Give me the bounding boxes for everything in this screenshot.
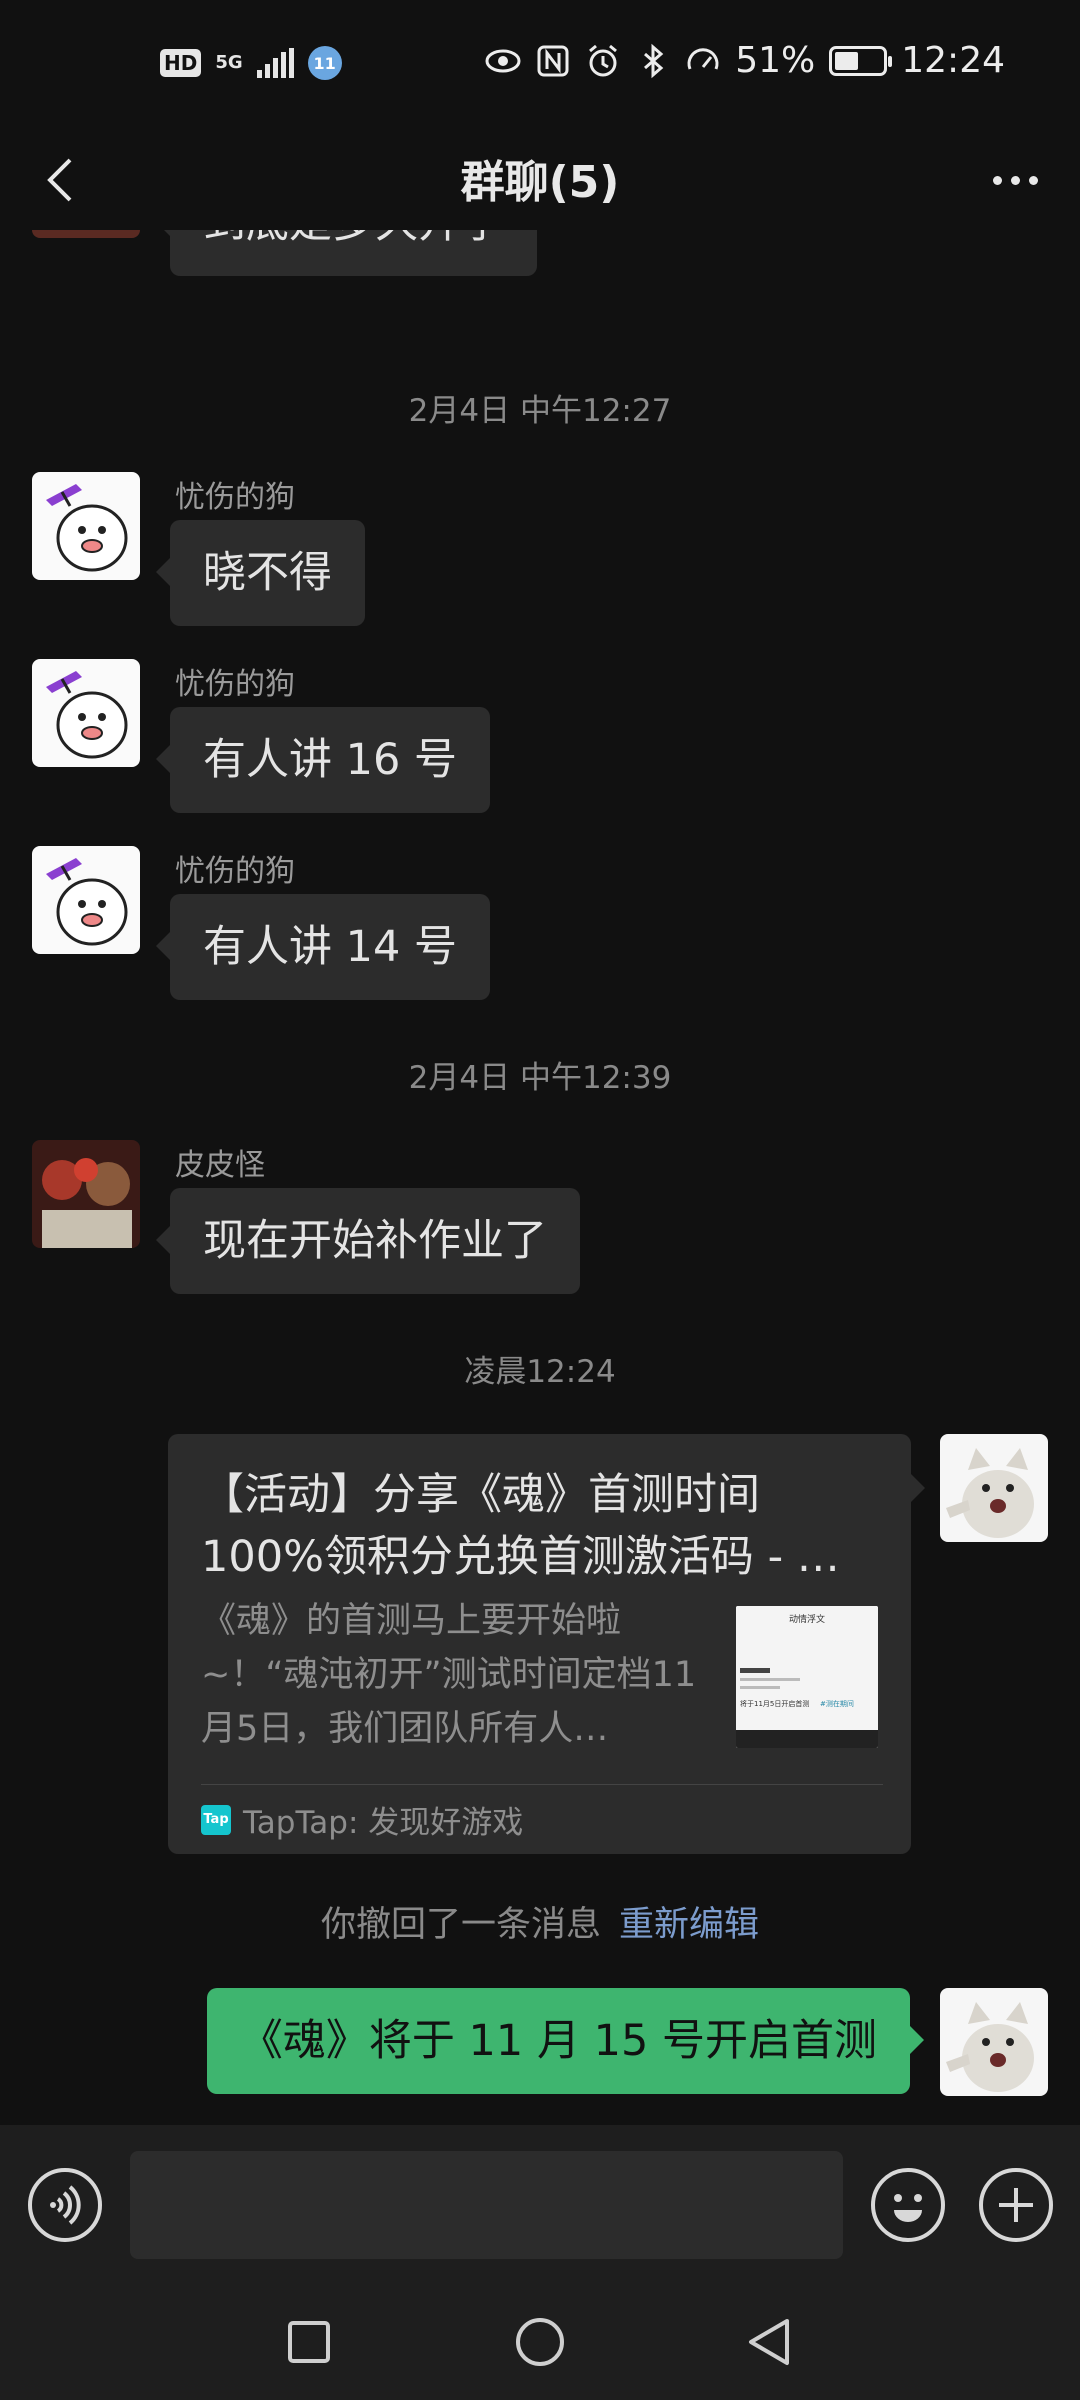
link-card-title: 【活动】分享《魂》首测时间100%领积分兑换首测激活码 - … [201,1470,840,1582]
avatar-self[interactable] [940,1434,1048,1542]
message-bubble[interactable]: 现在开始补作业了 [156,1188,580,1294]
sender-name: 忧伤的狗 [175,480,295,515]
timestamp: 2月4日 中午12:39 [408,1060,672,1096]
timestamp: 凌晨12:24 [464,1354,616,1390]
network-type: 5G [215,52,243,73]
message-list[interactable]: 到底是多久开学 2月4日 中午12:27 忧伤的狗 晓不得 忧伤的狗 有人讲 1… [0,230,1080,2125]
link-card-source: Tap TapTap: 发现好游戏 [201,1797,523,1842]
timestamp: 2月4日 中午12:27 [408,393,672,429]
chat-header: 群聊(5) [0,130,1080,230]
square-icon[interactable] [274,2307,344,2377]
plus-icon[interactable] [979,2168,1053,2242]
notification-icon: 11 [307,46,342,80]
hd-badge: HD [160,49,202,77]
message-bubble[interactable]: 到底是多久开学 [156,230,537,276]
status-left: HD 5G 11 [160,46,342,80]
sender-name: 皮皮怪 [175,1148,265,1183]
avatar-youshang-de-gou[interactable] [32,472,140,580]
sender-name: 忧伤的狗 [175,667,295,702]
thumb-link: #测在期间 [820,1699,854,1708]
divider [201,1784,883,1785]
avatar-self[interactable] [940,1988,1048,2096]
re-edit-link[interactable]: 重新编辑 [619,1905,759,1945]
recall-notice: 你撤回了一条消息 重新编辑 [0,1896,1080,1947]
bluetooth-icon [644,43,664,78]
message-bubble[interactable]: 有人讲 14 号 [155,894,491,1000]
alarm-icon [589,44,618,76]
thumb-line: 将于11月5日开启首测 [740,1699,809,1708]
message-bubble[interactable]: 有人讲 16 号 [155,707,491,813]
page-title: 群聊(5) [460,157,620,208]
link-card-thumbnail: 动情浮文 将于11月5日开启首测 #测在期间 [736,1606,878,1748]
message-input[interactable] [130,2151,843,2259]
speed-icon [687,47,719,70]
status-bar: HD 5G 11 51% 12:24 [0,0,1080,130]
battery-percent: 51% [735,40,816,81]
source-label: TapTap: 发现好游戏 [243,1805,524,1841]
avatar-pipiguai[interactable] [32,230,140,238]
signal-icon [256,48,294,78]
sender-name: 忧伤的狗 [175,854,295,889]
message-bubble-self[interactable]: 《魂》将于 11 月 15 号开启首测 [206,1988,925,2094]
clock: 12:24 [901,40,1005,81]
nfc-icon [537,45,569,76]
avatar-youshang-de-gou[interactable] [32,659,140,767]
avatar-youshang-de-gou[interactable] [32,846,140,954]
input-bar [0,2125,1080,2285]
system-nav-bar [0,2285,1080,2400]
link-card-description: 《魂》的首测马上要开始啦~！“魂沌初开”测试时间定档11月5日，我们团队所有人… [201,1601,697,1749]
battery-icon [829,45,893,76]
voice-icon[interactable] [28,2168,102,2242]
circle-icon[interactable] [505,2307,575,2377]
emoji-icon[interactable] [871,2168,945,2242]
taptap-icon: Tap [201,1804,231,1835]
recall-text: 你撤回了一条消息 [320,1905,601,1945]
more-horizontal-icon[interactable] [980,150,1050,210]
avatar-pipiguai[interactable] [32,1140,140,1248]
status-right: 51% 12:24 [485,40,1005,81]
thumb-heading: 动情浮文 [789,1613,825,1625]
link-card[interactable]: 【活动】分享《魂》首测时间100%领积分兑换首测激活码 - … 《魂》的首测马上… [168,1434,925,1854]
triangle-back-icon[interactable] [735,2307,805,2377]
eye-icon [485,49,521,72]
message-bubble[interactable]: 晓不得 [156,520,365,626]
